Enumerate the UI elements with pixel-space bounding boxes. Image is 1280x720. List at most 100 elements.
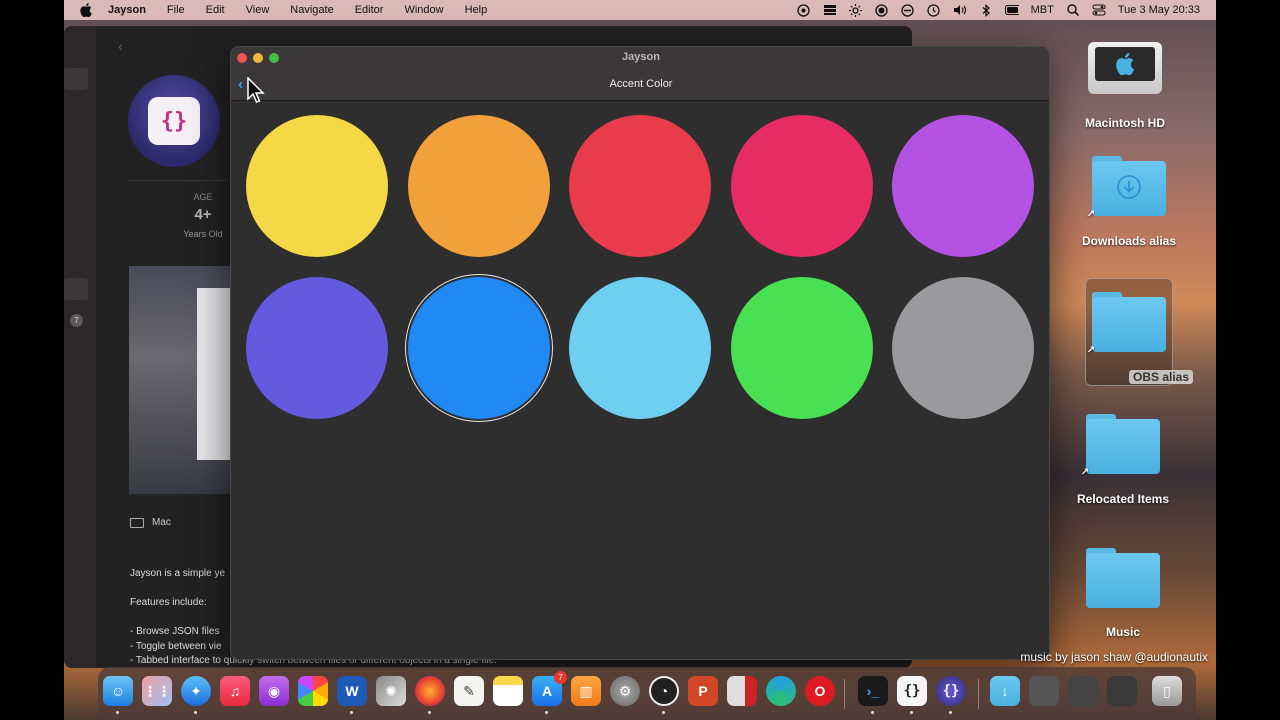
dock-safari-icon[interactable]: ✦ [181,676,211,706]
jayson-window: Jayson ‹ Accent Color [230,46,1050,660]
desktop-icon-label: Downloads alias [1081,234,1177,248]
platform-text: Mac [152,517,171,528]
desktop-icon-label-text: OBS alias [1129,370,1194,384]
stack-icon[interactable] [823,4,837,16]
record-icon[interactable] [875,3,889,17]
menu-bar: Jayson File Edit View Navigate Editor Wi… [64,0,1216,20]
volume-icon[interactable] [953,4,967,16]
apple-menu-icon[interactable] [80,3,94,17]
accent-swatch-gray[interactable] [892,276,1034,419]
dock-books-icon[interactable]: ▥ [571,676,601,706]
dock-firefox-icon[interactable] [415,676,445,706]
menu-navigate[interactable]: Navigate [290,4,333,16]
dock-trash-icon[interactable]: ▯ [1152,676,1182,706]
alias-arrow-icon: ↗ [1080,467,1090,478]
window-title: Jayson [622,51,660,63]
sidebar-item[interactable] [64,278,88,300]
dock-launchpad-icon[interactable]: ⋮⋮ [142,676,172,706]
time-machine-icon[interactable] [927,3,941,17]
sidebar-item[interactable] [64,68,88,90]
app-store-sidebar: 7 [64,26,96,668]
menu-window[interactable]: Window [404,4,443,16]
menu-editor[interactable]: Editor [355,4,384,16]
menu-view[interactable]: View [246,4,270,16]
control-center-icon[interactable] [1092,4,1106,16]
letterbox-right [1216,0,1280,720]
music-credit-caption: music by jason shaw @audionautix [1020,650,1208,664]
divider [128,180,228,181]
brightness-icon[interactable] [849,3,863,17]
running-indicator [910,711,913,714]
accent-swatch-orange[interactable] [407,115,550,257]
dock-separator [844,679,845,709]
hard-drive-icon [1088,42,1162,94]
dock-textedit-icon[interactable]: ✎ [454,676,484,706]
folder-icon: ↗ [1087,156,1166,220]
accent-swatch-red[interactable] [569,115,711,257]
dock-opera-icon[interactable]: O [805,676,835,706]
menu-edit[interactable]: Edit [206,4,225,16]
running-indicator [662,711,665,714]
app-screenshot[interactable] [129,266,237,494]
folder-icon: ↗ [1081,414,1160,478]
alias-arrow-icon: ↗ [1086,345,1096,356]
alias-arrow-icon: ↗ [1086,209,1096,220]
dock-separator [978,679,979,709]
jayson-app-icon: {} [128,75,220,167]
menu-app-name[interactable]: Jayson [108,4,146,16]
updates-badge: 7 [70,314,83,327]
folder-icon: ↗ [1087,292,1166,356]
dock-brackets-icon[interactable]: {} [897,676,927,706]
desktop-icon-label: Macintosh HD [1084,116,1165,130]
spotlight-search-icon[interactable] [1066,4,1080,16]
dock-podcasts-icon[interactable]: ◉ [259,676,289,706]
obs-icon[interactable] [797,3,811,17]
dock-jayson-icon[interactable]: {} [936,676,966,706]
dock-photos-icon[interactable] [298,676,328,706]
focus-icon[interactable] [901,3,915,17]
desktop-icon-label: Music [1105,625,1140,639]
dock-screenshots-stack-icon[interactable] [1029,676,1059,706]
battery-icon[interactable] [1004,4,1019,16]
dock-obs-icon[interactable]: ◔ [649,676,679,706]
dock-terminal-icon[interactable]: ›_ [858,676,888,706]
window-titlebar[interactable]: Jayson ‹ Accent Color [231,47,1049,101]
dock-finder-icon[interactable]: ☺ [103,676,133,706]
accent-swatch-cyan[interactable] [569,276,711,419]
dock-stack-icon[interactable] [1107,676,1137,706]
laptop-icon [130,517,144,528]
dock-downloads-stack-icon[interactable]: ↓ [990,676,1020,706]
platform-label: Mac [130,517,171,528]
accent-swatch-pink[interactable] [730,115,873,257]
menu-file[interactable]: File [167,4,185,16]
dock: ☺ ⋮⋮ ✦ ♫ ◉ W ✺ ✎ A 7 ▥ ⚙ ◔ P O ›_ {} {} … [98,667,1196,720]
accent-swatch-green[interactable] [730,276,873,419]
dock-notes-icon[interactable] [493,676,523,706]
dock-powerpoint-icon[interactable]: P [688,676,718,706]
accent-swatch-purple[interactable] [892,115,1034,257]
timezone-label[interactable]: MBT [1031,4,1054,16]
dock-music-icon[interactable]: ♫ [220,676,250,706]
dock-parallels-icon[interactable] [727,676,757,706]
desktop-icon-label: Relocated Items [1076,492,1170,506]
running-indicator [949,711,952,714]
menu-help[interactable]: Help [465,4,488,16]
page-title: Accent Color [609,78,673,90]
back-chevron-icon[interactable]: ‹ [118,38,123,54]
running-indicator [545,711,548,714]
bluetooth-icon[interactable] [979,3,993,17]
dock-word-icon[interactable]: W [337,676,367,706]
desktop-screen: Jayson File Edit View Navigate Editor Wi… [64,0,1216,720]
menu-clock[interactable]: Tue 3 May 20:33 [1118,4,1200,16]
mouse-cursor-icon [247,77,265,103]
dock-motion-icon[interactable]: ✺ [376,676,406,706]
dock-stack-icon[interactable] [1068,676,1098,706]
accent-swatch-blue[interactable] [407,276,550,419]
accent-swatch-yellow[interactable] [246,115,388,257]
dock-system-preferences-icon[interactable]: ⚙ [610,676,640,706]
accent-swatch-indigo[interactable] [246,276,388,419]
running-indicator [194,711,197,714]
letterbox-left [0,0,64,720]
dock-edge-icon[interactable] [766,676,796,706]
folder-icon [1086,548,1160,608]
